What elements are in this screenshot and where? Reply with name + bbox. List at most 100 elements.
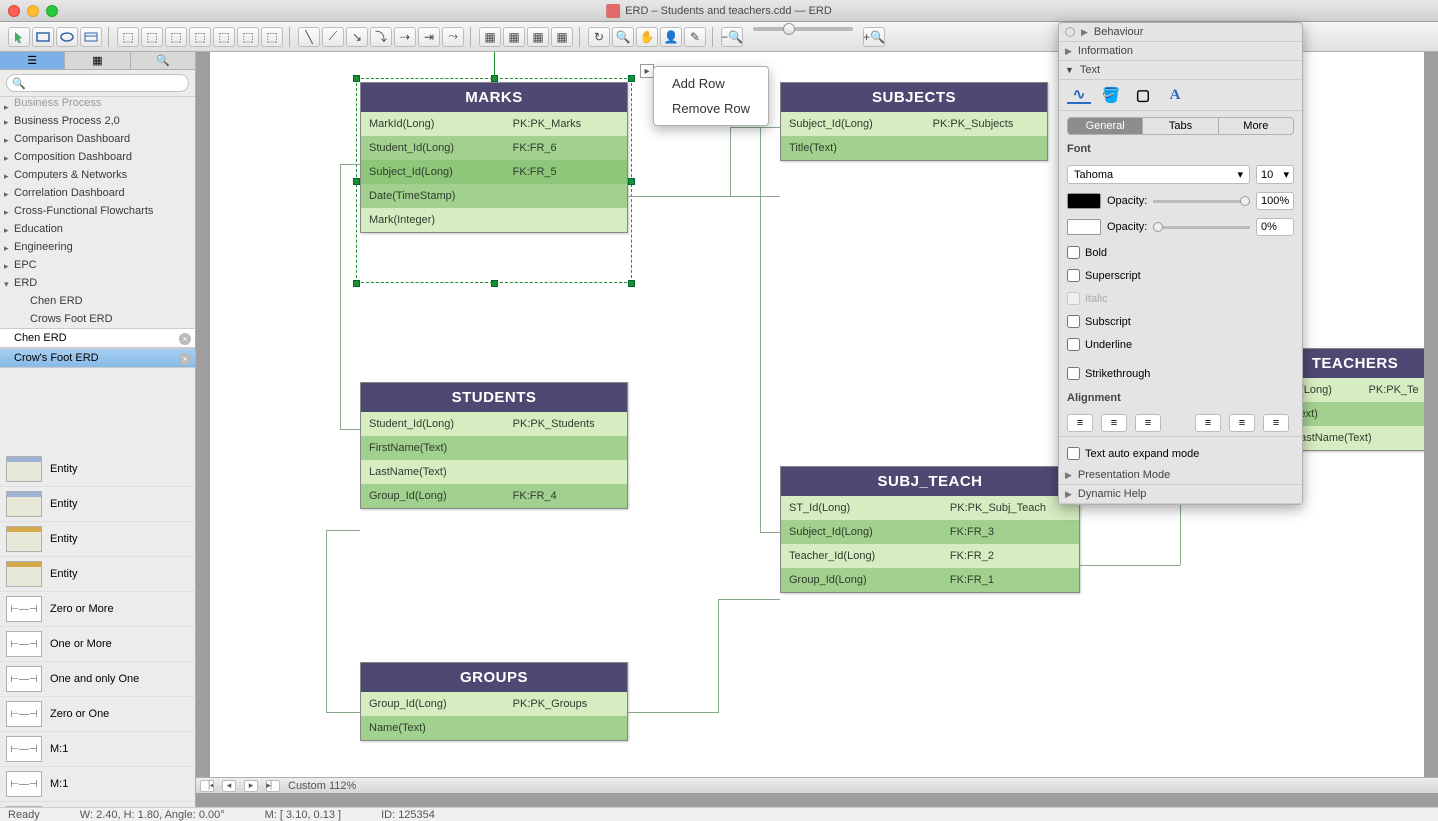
- line-tool[interactable]: ╲: [298, 27, 320, 47]
- tree-item[interactable]: ▸Business Process: [0, 97, 195, 112]
- magnify-tool[interactable]: 🔍: [612, 27, 634, 47]
- arc-tool[interactable]: ⟋: [322, 27, 344, 47]
- group-tool-1[interactable]: ▦: [479, 27, 501, 47]
- entity-action-button[interactable]: ▸: [640, 64, 654, 78]
- align-tool-3[interactable]: ⬚: [165, 27, 187, 47]
- zoom-slider[interactable]: [753, 27, 853, 31]
- rotate-tool[interactable]: ↻: [588, 27, 610, 47]
- stencil-item[interactable]: ⊢—⊣One and only One: [0, 662, 195, 697]
- super-check[interactable]: [1067, 269, 1080, 282]
- font-icon[interactable]: A: [1163, 86, 1187, 104]
- conn-tool-1[interactable]: ↘: [346, 27, 368, 47]
- panel-tab-tree[interactable]: ☰: [0, 52, 65, 69]
- stencil-item[interactable]: ⊢—⊣Zero or One: [0, 697, 195, 732]
- tree-item-erd[interactable]: ▾ERD: [0, 274, 195, 292]
- group-tool-2[interactable]: ▦: [503, 27, 525, 47]
- eyedrop-tool[interactable]: ✎: [684, 27, 706, 47]
- bold-check[interactable]: [1067, 246, 1080, 259]
- panel-tab-search[interactable]: 🔍: [131, 52, 195, 69]
- align-tool-2[interactable]: ⬚: [141, 27, 163, 47]
- tree-item[interactable]: ▸Comparison Dashboard: [0, 130, 195, 148]
- stencil-item[interactable]: ⊢—⊣M:1: [0, 732, 195, 767]
- close-button[interactable]: [8, 5, 20, 17]
- inspector-panel[interactable]: ▶Behaviour ▶Information ▼Text ∿ 🪣 ▢ A Ge…: [1058, 22, 1303, 505]
- page-next[interactable]: ▸: [244, 780, 258, 792]
- tree-item[interactable]: ▸Cross-Functional Flowcharts: [0, 202, 195, 220]
- stencil-item[interactable]: ⊢—⊣One or More: [0, 627, 195, 662]
- page-last[interactable]: ▸⎸: [266, 780, 280, 792]
- opacity-2[interactable]: 0%: [1256, 218, 1294, 236]
- valign-mid[interactable]: ≡: [1229, 414, 1255, 432]
- panel-tab-grid[interactable]: ▦: [65, 52, 130, 69]
- page-prev[interactable]: ◂: [222, 780, 236, 792]
- tree-item[interactable]: ▸Composition Dashboard: [0, 148, 195, 166]
- stencil-list[interactable]: EntityEntityEntityEntity⊢—⊣Zero or More⊢…: [0, 452, 195, 807]
- zoom-readout[interactable]: Custom 112%: [288, 780, 356, 792]
- zoom-in[interactable]: +🔍: [863, 27, 885, 47]
- zoom-button[interactable]: [46, 5, 58, 17]
- tree-item[interactable]: ▸Education: [0, 220, 195, 238]
- entity-marks[interactable]: MARKS MarkId(Long)PK:PK_Marks Student_Id…: [360, 82, 628, 233]
- auto-expand-check[interactable]: [1067, 447, 1080, 460]
- people-tool[interactable]: 👤: [660, 27, 682, 47]
- group-tool-4[interactable]: ▦: [551, 27, 573, 47]
- tree-item[interactable]: ▸Computers & Networks: [0, 166, 195, 184]
- strike-check[interactable]: [1067, 367, 1080, 380]
- minimize-button[interactable]: [27, 5, 39, 17]
- menu-item-remove-row[interactable]: Remove Row: [654, 96, 768, 121]
- align-right[interactable]: ≡: [1135, 414, 1161, 432]
- align-tool-4[interactable]: ⬚: [189, 27, 211, 47]
- conn-tool-4[interactable]: ⇥: [418, 27, 440, 47]
- stencil-item[interactable]: Entity: [0, 522, 195, 557]
- page-first[interactable]: ⎹◂: [200, 780, 214, 792]
- menu-item-add-row[interactable]: Add Row: [654, 71, 768, 96]
- align-left-tool[interactable]: ⬚: [117, 27, 139, 47]
- stencil-item[interactable]: Entity: [0, 487, 195, 522]
- entity-groups[interactable]: GROUPS Group_Id(Long)PK:PK_Groups Name(T…: [360, 662, 628, 741]
- group-tool-3[interactable]: ▦: [527, 27, 549, 47]
- align-tool-6[interactable]: ⬚: [237, 27, 259, 47]
- bg-color[interactable]: [1067, 219, 1101, 235]
- entity-subjects[interactable]: SUBJECTS Subject_Id(Long)PK:PK_Subjects …: [780, 82, 1048, 161]
- align-tool-5[interactable]: ⬚: [213, 27, 235, 47]
- shadow-icon[interactable]: ▢: [1131, 86, 1155, 104]
- tree-item[interactable]: ▸Correlation Dashboard: [0, 184, 195, 202]
- conn-tool-5[interactable]: ⤳: [442, 27, 464, 47]
- open-library-chen[interactable]: Chen ERD×: [0, 328, 195, 348]
- text-style-icon[interactable]: ∿: [1067, 86, 1091, 104]
- text-color[interactable]: [1067, 193, 1101, 209]
- underline-check[interactable]: [1067, 338, 1080, 351]
- close-icon[interactable]: ×: [179, 353, 191, 365]
- rect-tool[interactable]: [32, 27, 54, 47]
- library-search-input[interactable]: [6, 74, 189, 92]
- inspector-tabs[interactable]: General Tabs More: [1067, 117, 1294, 135]
- stencil-item[interactable]: ⊢—⊣M:1: [0, 767, 195, 802]
- align-left[interactable]: ≡: [1067, 414, 1093, 432]
- stencil-item[interactable]: ⊢—⊣Zero or More: [0, 592, 195, 627]
- zoom-out[interactable]: −🔍: [721, 27, 743, 47]
- stencil-item[interactable]: Entity: [0, 557, 195, 592]
- ellipse-tool[interactable]: [56, 27, 78, 47]
- valign-bot[interactable]: ≡: [1263, 414, 1289, 432]
- stencil-item[interactable]: Entity: [0, 452, 195, 487]
- font-size-select[interactable]: 10▾: [1256, 165, 1294, 184]
- align-center[interactable]: ≡: [1101, 414, 1127, 432]
- open-library-crowsfoot[interactable]: Crow's Foot ERD×: [0, 348, 195, 368]
- valign-top[interactable]: ≡: [1195, 414, 1221, 432]
- conn-tool-2[interactable]: ⤵: [370, 27, 392, 47]
- text-tool[interactable]: [80, 27, 102, 47]
- align-tool-7[interactable]: ⬚: [261, 27, 283, 47]
- hand-tool[interactable]: ✋: [636, 27, 658, 47]
- tree-item[interactable]: ▸EPC: [0, 256, 195, 274]
- tree-item[interactable]: ▸Business Process 2,0: [0, 112, 195, 130]
- entity-subj-teach[interactable]: SUBJ_TEACH ST_Id(Long)PK:PK_Subj_Teach S…: [780, 466, 1080, 593]
- conn-tool-3[interactable]: ⇢: [394, 27, 416, 47]
- library-tree[interactable]: ▸Business Process ▸Business Process 2,0 …: [0, 97, 195, 452]
- entity-students[interactable]: STUDENTS Student_Id(Long)PK:PK_Students …: [360, 382, 628, 509]
- pointer-tool[interactable]: [8, 27, 30, 47]
- tree-item-crowsfoot[interactable]: Crows Foot ERD: [0, 310, 195, 328]
- close-icon[interactable]: ×: [179, 333, 191, 345]
- tree-item-chen[interactable]: Chen ERD: [0, 292, 195, 310]
- sub-check[interactable]: [1067, 315, 1080, 328]
- fill-icon[interactable]: 🪣: [1099, 86, 1123, 104]
